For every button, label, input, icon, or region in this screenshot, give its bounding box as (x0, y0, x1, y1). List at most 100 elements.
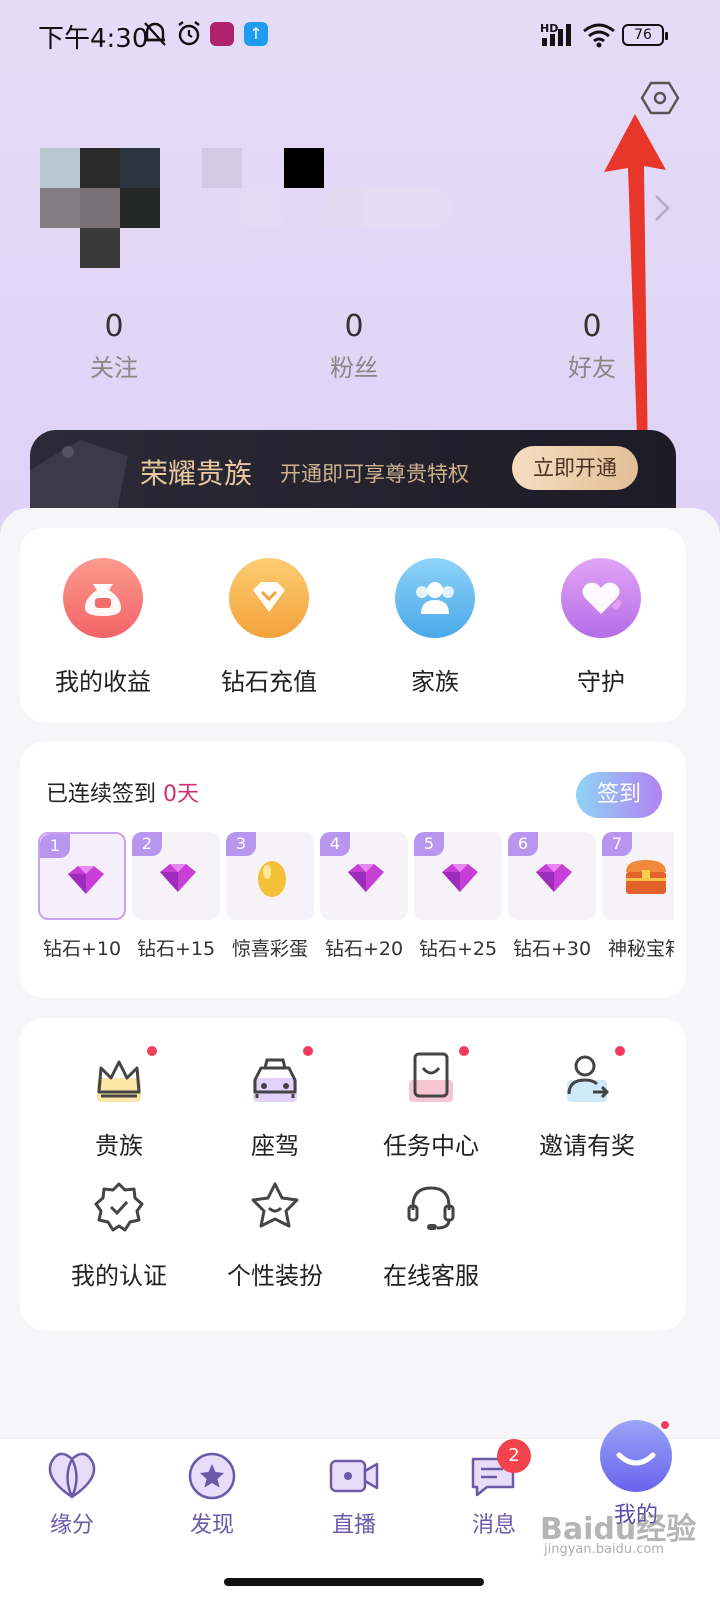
battery-indicator: 76 (622, 24, 668, 46)
invite-user-icon (557, 1046, 625, 1108)
vip-title: 荣耀贵族 (140, 457, 253, 490)
signin-days: 0天 (163, 782, 200, 807)
quick-action-label: 守护 (577, 668, 625, 696)
notification-dot (147, 1046, 157, 1056)
quick-action-earnings[interactable]: 我的收益 (20, 558, 186, 697)
signin-title-text: 已连续签到 (46, 782, 157, 807)
signin-day[interactable]: 7 神秘宝箱 (602, 832, 674, 961)
profile-face-icon (597, 1417, 675, 1495)
task-icon (401, 1046, 469, 1108)
quick-action-label: 钻石充值 (221, 668, 317, 696)
username-redacted[interactable] (202, 148, 452, 228)
stat-fans[interactable]: 0 粉丝 (274, 310, 434, 383)
tool-invite[interactable]: 邀请有奖 (504, 1046, 670, 1161)
tool-customer-service[interactable]: 在线客服 (348, 1178, 514, 1291)
chevron-right-icon[interactable] (652, 192, 672, 224)
notification-dot (459, 1046, 469, 1056)
fate-icon (45, 1449, 99, 1503)
quick-action-label: 家族 (411, 668, 459, 696)
tool-verification[interactable]: 我的认证 (36, 1178, 202, 1291)
tool-nobility[interactable]: 贵族 (36, 1046, 202, 1161)
headset-icon (401, 1178, 461, 1238)
nav-label: 直播 (331, 1513, 376, 1538)
message-icon: 2 (467, 1439, 531, 1503)
stat-value: 0 (344, 309, 364, 344)
day-box: 6 (508, 832, 596, 920)
day-box: 1 (38, 832, 126, 920)
day-label: 钻石+15 (136, 938, 216, 960)
signin-title: 已连续签到 0天 (46, 776, 199, 808)
signin-day[interactable]: 3 惊喜彩蛋 (226, 832, 314, 961)
nav-discover[interactable]: 发现 (152, 1449, 272, 1539)
day-label: 神秘宝箱 (607, 938, 674, 960)
diamond-icon (229, 558, 309, 638)
crown-icon (89, 1046, 157, 1108)
tool-label: 座驾 (251, 1132, 299, 1160)
day-number: 1 (40, 834, 70, 858)
tool-task-center[interactable]: 任务中心 (348, 1046, 514, 1161)
signin-button[interactable]: 签到 (576, 772, 662, 818)
stat-following[interactable]: 0 关注 (34, 310, 194, 383)
avatar[interactable] (40, 148, 160, 268)
stat-friends[interactable]: 0 好友 (512, 310, 672, 383)
signin-day[interactable]: 1 钻石+10 (38, 832, 126, 961)
day-number: 2 (132, 832, 162, 856)
vip-description: 开通即可享尊贵特权 (280, 462, 469, 486)
home-indicator[interactable] (224, 1578, 484, 1586)
golden-egg-reward-icon (258, 861, 286, 897)
day-label: 钻石+20 (324, 938, 404, 960)
star-face-icon (245, 1178, 305, 1238)
signin-day[interactable]: 6 钻石+30 (508, 832, 596, 961)
stat-value: 0 (582, 309, 602, 344)
watermark-url: jingyan.baidu.com (544, 1542, 664, 1557)
wifi-icon (583, 23, 615, 48)
upload-notification-icon: ↑ (244, 22, 268, 46)
day-label: 钻石+10 (42, 938, 122, 960)
signin-card: 已连续签到 0天 签到 1 钻石+10 2 钻石+15 3 惊喜彩蛋 4 钻石+… (20, 742, 686, 998)
stat-label: 关注 (90, 354, 138, 382)
quick-action-label: 我的收益 (55, 668, 151, 696)
money-bag-icon (63, 558, 143, 638)
app-notification-icon (210, 22, 234, 46)
tool-label: 在线客服 (383, 1262, 479, 1290)
bell-muted-icon (144, 22, 166, 46)
alarm-icon (178, 21, 200, 46)
day-number: 5 (414, 832, 444, 856)
tool-label: 我的认证 (71, 1262, 167, 1290)
day-number: 6 (508, 832, 538, 856)
notification-dot (303, 1046, 313, 1056)
nav-label: 发现 (189, 1513, 234, 1538)
signin-day[interactable]: 2 钻石+15 (132, 832, 220, 961)
signin-day[interactable]: 4 钻石+20 (320, 832, 408, 961)
nav-label: 消息 (471, 1513, 516, 1538)
day-label: 惊喜彩蛋 (231, 938, 308, 960)
day-number: 4 (320, 832, 350, 856)
tool-vehicle[interactable]: 座驾 (192, 1046, 358, 1161)
nav-messages[interactable]: 2 消息 (434, 1439, 554, 1539)
diamond-reward-icon (68, 866, 104, 894)
tool-dress-up[interactable]: 个性装扮 (192, 1178, 358, 1291)
nav-live[interactable]: 直播 (294, 1449, 414, 1539)
red-annotation-arrow (604, 114, 666, 466)
day-box: 3 (226, 832, 314, 920)
status-time: 下午4:30 (38, 24, 149, 54)
treasure-chest-reward-icon (626, 860, 666, 894)
tools-card: 贵族 座驾 任务中心 邀请有奖 我的认证 个性装扮 在线客服 (20, 1018, 686, 1330)
tool-label: 个性装扮 (227, 1262, 323, 1290)
quick-action-recharge[interactable]: 钻石充值 (186, 558, 352, 697)
tool-label: 任务中心 (383, 1132, 479, 1160)
vip-open-button[interactable]: 立即开通 (512, 446, 638, 490)
main-content: 我的收益 钻石充值 家族 守护 已连续签到 0天 签到 1 钻石+10 2 钻石… (0, 508, 720, 1448)
quick-action-family[interactable]: 家族 (352, 558, 518, 697)
status-bar: 下午4:30 ↑ HD 76 (0, 0, 720, 70)
signin-day[interactable]: 5 钻石+25 (414, 832, 502, 961)
quick-action-guard[interactable]: 守护 (518, 558, 684, 697)
day-box: 2 (132, 832, 220, 920)
day-label: 钻石+30 (512, 938, 592, 960)
diamond-reward-icon (442, 864, 478, 892)
stat-label: 好友 (568, 354, 616, 382)
nav-fate[interactable]: 缘分 (12, 1449, 132, 1539)
day-box: 4 (320, 832, 408, 920)
live-camera-icon (327, 1449, 381, 1503)
diamond-reward-icon (536, 864, 572, 892)
